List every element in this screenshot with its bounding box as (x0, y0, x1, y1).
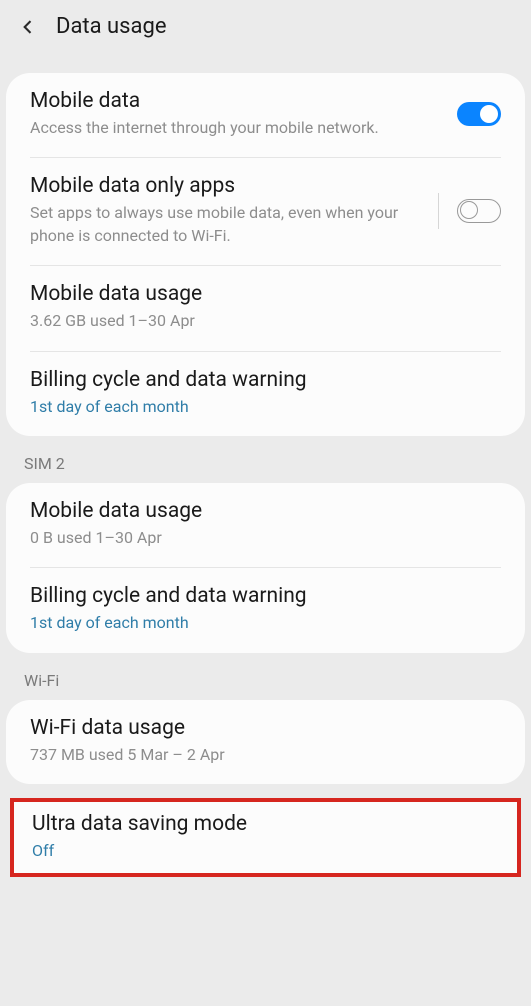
mobile-data-title: Mobile data (30, 89, 439, 113)
mobile-data-toggle[interactable] (457, 102, 501, 126)
item-mobile-data[interactable]: Mobile data Access the internet through … (6, 73, 525, 157)
mobile-data-only-apps-title: Mobile data only apps (30, 174, 420, 198)
section-label-sim2: SIM 2 (0, 436, 531, 483)
wifi-data-usage-title: Wi-Fi data usage (30, 716, 501, 740)
billing-cycle-title-2: Billing cycle and data warning (30, 584, 501, 608)
back-icon[interactable] (18, 17, 38, 37)
header: Data usage (0, 0, 531, 49)
section-sim2: Mobile data usage 0 B used 1–30 Apr Bill… (6, 483, 525, 653)
billing-cycle-subtitle-1: 1st day of each month (30, 396, 501, 418)
highlight-ultra-data-saving: Ultra data saving mode Off (10, 798, 521, 876)
billing-cycle-title-1: Billing cycle and data warning (30, 368, 501, 392)
mobile-data-only-apps-toggle[interactable] (457, 199, 501, 223)
mobile-data-usage-subtitle: 3.62 GB used 1–30 Apr (30, 310, 501, 332)
mobile-data-only-apps-subtitle: Set apps to always use mobile data, even… (30, 202, 420, 247)
ultra-data-saving-subtitle: Off (32, 840, 499, 862)
sim2-mobile-data-usage-title: Mobile data usage (30, 499, 501, 523)
section-wifi: Wi-Fi data usage 737 MB used 5 Mar – 2 A… (6, 700, 525, 784)
item-mobile-data-usage[interactable]: Mobile data usage 3.62 GB used 1–30 Apr (6, 266, 525, 350)
section-sim1: Mobile data Access the internet through … (6, 73, 525, 436)
toggle-divider (438, 193, 439, 229)
billing-cycle-subtitle-2: 1st day of each month (30, 612, 501, 634)
item-wifi-data-usage[interactable]: Wi-Fi data usage 737 MB used 5 Mar – 2 A… (6, 700, 525, 784)
page-title: Data usage (56, 14, 167, 39)
item-billing-cycle-2[interactable]: Billing cycle and data warning 1st day o… (6, 568, 525, 652)
wifi-data-usage-subtitle: 737 MB used 5 Mar – 2 Apr (30, 744, 501, 766)
ultra-data-saving-title: Ultra data saving mode (32, 812, 499, 836)
item-billing-cycle-1[interactable]: Billing cycle and data warning 1st day o… (6, 352, 525, 436)
item-sim2-mobile-data-usage[interactable]: Mobile data usage 0 B used 1–30 Apr (6, 483, 525, 567)
mobile-data-usage-title: Mobile data usage (30, 282, 501, 306)
sim2-mobile-data-usage-subtitle: 0 B used 1–30 Apr (30, 527, 501, 549)
item-ultra-data-saving[interactable]: Ultra data saving mode Off (14, 802, 517, 872)
item-mobile-data-only-apps[interactable]: Mobile data only apps Set apps to always… (6, 158, 525, 265)
section-label-wifi: Wi-Fi (0, 653, 531, 700)
mobile-data-subtitle: Access the internet through your mobile … (30, 117, 439, 139)
